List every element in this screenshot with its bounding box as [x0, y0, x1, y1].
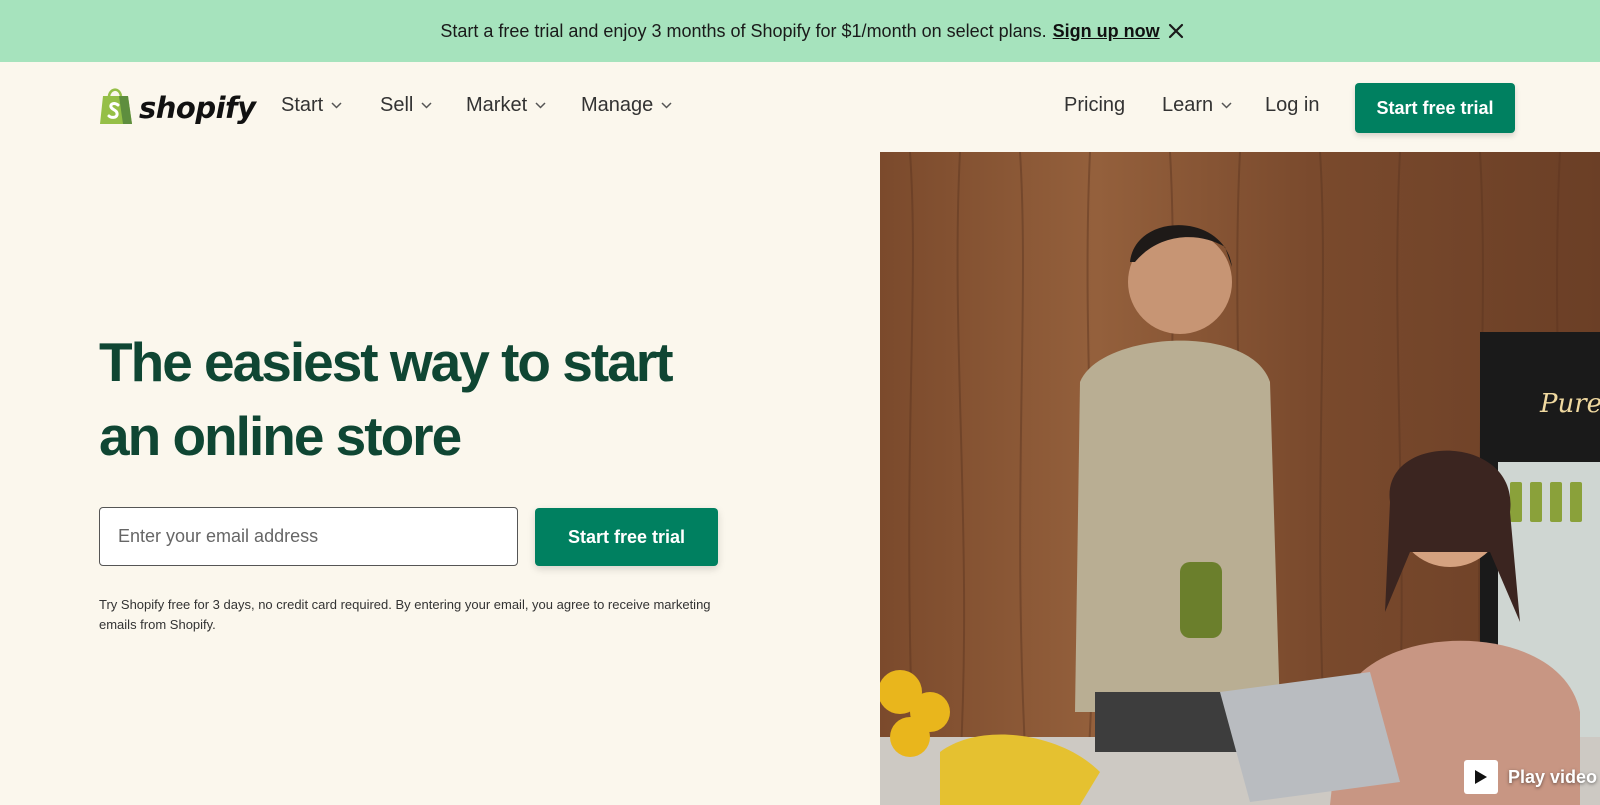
promo-banner: Start a free trial and enjoy 3 months of… — [0, 0, 1600, 62]
promo-text: Start a free trial and enjoy 3 months of… — [440, 20, 1047, 41]
chevron-down-icon — [535, 102, 546, 109]
nav-item-market[interactable]: Market — [466, 94, 546, 117]
shopify-logo[interactable]: shopify — [99, 86, 256, 130]
nav-start-trial-button[interactable]: Start free trial — [1355, 83, 1515, 133]
login-link[interactable]: Log in — [1265, 94, 1320, 117]
close-icon[interactable] — [1166, 21, 1186, 41]
hero-title: The easiest way to start an online store — [99, 331, 674, 467]
nav-item-manage[interactable]: Manage — [581, 94, 672, 117]
nav-item-label: Log in — [1265, 94, 1320, 116]
nav-item-pricing[interactable]: Pricing — [1064, 94, 1125, 117]
shopping-bag-icon — [99, 86, 135, 131]
email-input[interactable] — [99, 507, 518, 566]
store-sign-text: Pure — [1539, 389, 1600, 419]
sign-up-link[interactable]: Sign up now — [1053, 21, 1160, 42]
logo-wordmark: shopify — [139, 91, 256, 125]
nav-item-label: Sell — [380, 94, 414, 116]
hero-image: Pure — [880, 152, 1600, 805]
hero-start-trial-button[interactable]: Start free trial — [535, 508, 718, 566]
nav-item-label: Learn — [1162, 94, 1214, 116]
play-video-button[interactable]: Play video — [1464, 760, 1597, 794]
chevron-down-icon — [331, 102, 342, 109]
nav-item-learn[interactable]: Learn — [1162, 94, 1232, 117]
play-video-label: Play video — [1508, 766, 1598, 787]
chevron-down-icon — [1221, 102, 1232, 109]
nav-item-label: Start — [281, 94, 324, 116]
nav-item-label: Manage — [581, 94, 654, 116]
nav-item-label: Market — [466, 94, 528, 116]
nav-item-label: Pricing — [1064, 94, 1126, 116]
main-nav: shopify Start Sell Market Manage Pricing… — [0, 62, 1600, 152]
nav-item-sell[interactable]: Sell — [380, 94, 432, 117]
trial-disclaimer: Try Shopify free for 3 days, no credit c… — [99, 597, 711, 632]
play-icon — [1464, 760, 1498, 794]
chevron-down-icon — [661, 102, 672, 109]
nav-item-start[interactable]: Start — [281, 94, 342, 117]
chevron-down-icon — [421, 102, 432, 109]
